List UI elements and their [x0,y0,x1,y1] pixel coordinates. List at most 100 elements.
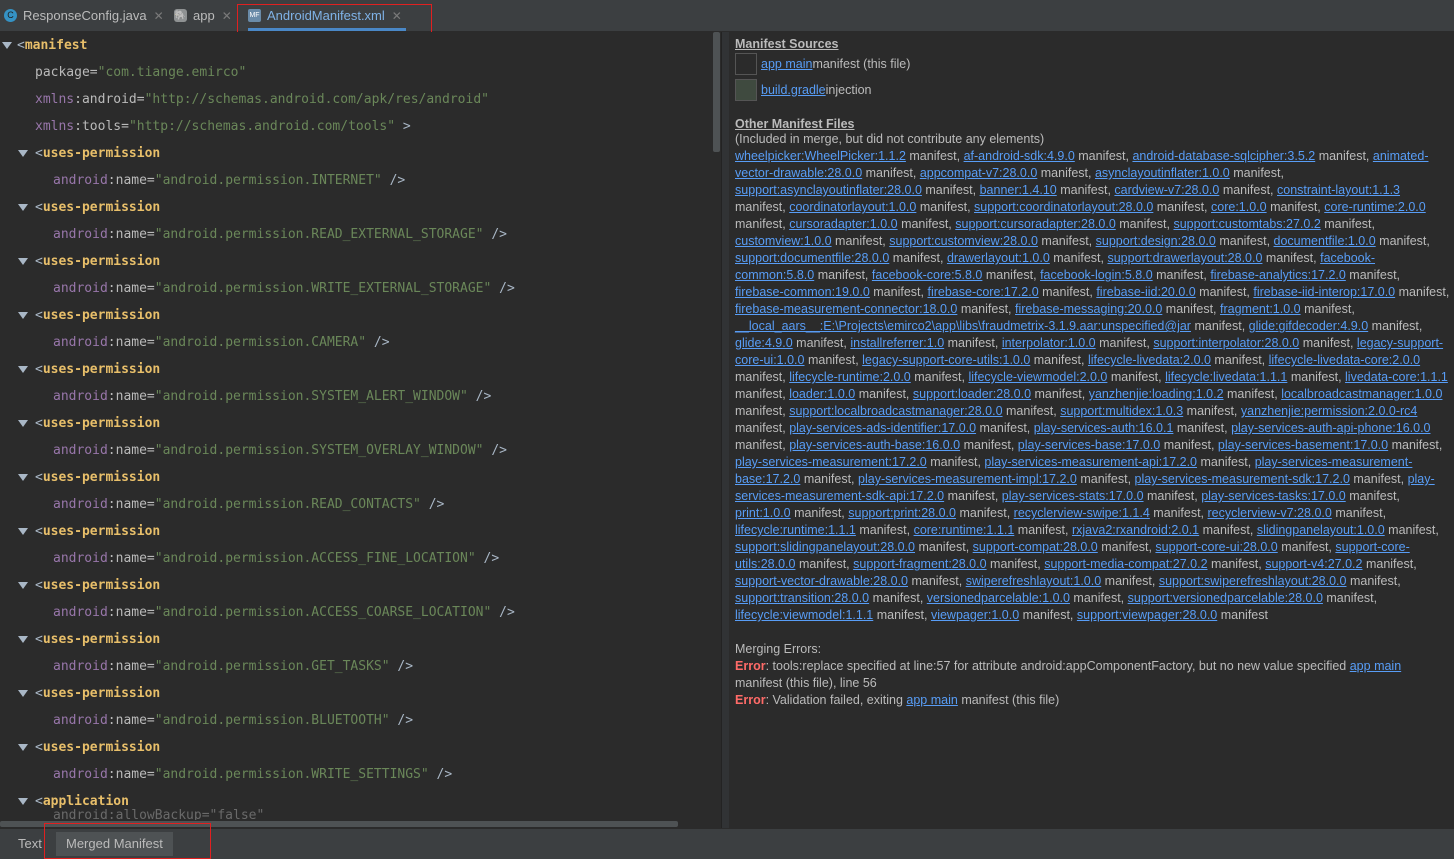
dependency-link[interactable]: support-v4:27.0.2 [1265,557,1362,571]
dependency-link[interactable]: play-services-ads-identifier:17.0.0 [789,421,976,435]
dependency-link[interactable]: documentfile:1.0.0 [1274,234,1376,248]
dependency-link[interactable]: __local_aars__:E:\Projects\emirco2\app\l… [735,319,1191,333]
dependency-link[interactable]: wheelpicker:WheelPicker:1.1.2 [735,149,906,163]
dependency-link[interactable]: livedata-core:1.1.1 [1345,370,1448,384]
app-main-link[interactable]: app main [906,693,957,707]
dependency-link[interactable]: firebase-iid-interop:17.0.0 [1253,285,1395,299]
dependency-link[interactable]: yanzhenjie:permission:2.0.0-rc4 [1241,404,1417,418]
dependency-link[interactable]: play-services-basement:17.0.0 [1218,438,1388,452]
dependency-link[interactable]: play-services-measurement-api:17.2.0 [984,455,1197,469]
dependency-link[interactable]: support:drawerlayout:28.0.0 [1107,251,1262,265]
build-gradle-link[interactable]: build.gradle [761,83,826,97]
dependency-link[interactable]: play-services-auth:16.0.1 [1034,421,1174,435]
dependency-link[interactable]: firebase-iid:20.0.0 [1096,285,1195,299]
tab-android-manifest[interactable]: MF AndroidManifest.xml ✕ [248,0,406,31]
fold-arrow-icon[interactable] [18,366,28,373]
dependency-link[interactable]: firebase-core:17.2.0 [927,285,1038,299]
dependency-link[interactable]: recyclerview-v7:28.0.0 [1208,506,1332,520]
scroll-thumb[interactable] [713,32,720,152]
dependency-link[interactable]: lifecycle-runtime:2.0.0 [789,370,911,384]
dependency-link[interactable]: lifecycle-livedata:2.0.0 [1088,353,1211,367]
dependency-link[interactable]: play-services-measurement-sdk:17.2.0 [1135,472,1350,486]
dependency-link[interactable]: support:print:28.0.0 [848,506,956,520]
dependency-link[interactable]: facebook-core:5.8.0 [872,268,983,282]
fold-arrow-icon[interactable] [18,474,28,481]
dependency-link[interactable]: core-runtime:2.0.0 [1324,200,1425,214]
dependency-link[interactable]: support:multidex:1.0.3 [1060,404,1183,418]
dependency-link[interactable]: legacy-support-core-utils:1.0.0 [862,353,1030,367]
fold-arrow-icon[interactable] [18,258,28,265]
dependency-link[interactable]: banner:1.4.10 [980,183,1057,197]
dependency-link[interactable]: core:runtime:1.1.1 [914,523,1015,537]
dependency-link[interactable]: asynclayoutinflater:1.0.0 [1095,166,1230,180]
vertical-scrollbar[interactable] [712,32,721,822]
dependency-link[interactable]: print:1.0.0 [735,506,791,520]
dependency-link[interactable]: recyclerview-swipe:1.1.4 [1014,506,1150,520]
dependency-link[interactable]: facebook-login:5.8.0 [1040,268,1153,282]
dependency-link[interactable]: play-services-measurement-impl:17.2.0 [858,472,1077,486]
dependency-link[interactable]: firebase-analytics:17.2.0 [1210,268,1346,282]
fold-arrow-icon[interactable] [18,798,28,805]
dependency-link[interactable]: play-services-stats:17.0.0 [1002,489,1144,503]
close-icon[interactable]: ✕ [392,9,402,23]
dependency-link[interactable]: viewpager:1.0.0 [931,608,1019,622]
dependency-link[interactable]: af-android-sdk:4.9.0 [964,149,1075,163]
dependency-link[interactable]: support:asynclayoutinflater:28.0.0 [735,183,922,197]
dependency-link[interactable]: slidingpanelayout:1.0.0 [1257,523,1385,537]
dependency-link[interactable]: lifecycle-livedata-core:2.0.0 [1269,353,1420,367]
xml-editor[interactable]: <manifest package="com.tiange.emirco" xm… [0,32,712,820]
dependency-link[interactable]: support:loader:28.0.0 [913,387,1031,401]
dependency-link[interactable]: firebase-measurement-connector:18.0.0 [735,302,957,316]
dependency-link[interactable]: yanzhenjie:loading:1.0.2 [1089,387,1224,401]
fold-arrow-icon[interactable] [18,528,28,535]
dependency-link[interactable]: support-media-compat:27.0.2 [1044,557,1207,571]
scroll-thumb[interactable] [0,821,678,827]
dependency-link[interactable]: play-services-base:17.0.0 [1018,438,1160,452]
dependency-link[interactable]: support:transition:28.0.0 [735,591,869,605]
fold-arrow-icon[interactable] [18,636,28,643]
dependency-link[interactable]: firebase-messaging:20.0.0 [1015,302,1162,316]
dependency-link[interactable]: loader:1.0.0 [789,387,855,401]
dependency-link[interactable]: interpolator:1.0.0 [1002,336,1096,350]
app-main-link[interactable]: app main [1350,659,1401,673]
dependency-link[interactable]: drawerlayout:1.0.0 [947,251,1050,265]
dependency-link[interactable]: support:localbroadcastmanager:28.0.0 [789,404,1002,418]
dependency-link[interactable]: cardview-v7:28.0.0 [1114,183,1219,197]
tab-response-config[interactable]: C ResponseConfig.java ✕ [4,0,164,31]
dependency-link[interactable]: firebase-common:19.0.0 [735,285,870,299]
dependency-link[interactable]: core:1.0.0 [1211,200,1267,214]
dependency-link[interactable]: support:customtabs:27.0.2 [1173,217,1320,231]
dependency-link[interactable]: support-vector-drawable:28.0.0 [735,574,908,588]
app-main-link[interactable]: app main [761,57,812,71]
dependency-link[interactable]: cursoradapter:1.0.0 [789,217,897,231]
dependency-link[interactable]: support:versionedparcelable:28.0.0 [1128,591,1323,605]
horizontal-scrollbar[interactable] [0,820,712,828]
fold-arrow-icon[interactable] [18,150,28,157]
dependency-link[interactable]: support-core-ui:28.0.0 [1155,540,1277,554]
dependency-link[interactable]: play-services-auth-api-phone:16.0.0 [1231,421,1430,435]
tab-text[interactable]: Text [8,832,52,856]
fold-arrow-icon[interactable] [18,312,28,319]
dependency-link[interactable]: lifecycle:livedata:1.1.1 [1165,370,1287,384]
close-icon[interactable]: ✕ [222,9,232,23]
fold-arrow-icon[interactable] [2,42,12,49]
dependency-link[interactable]: glide:4.9.0 [735,336,793,350]
dependency-link[interactable]: play-services-auth-base:16.0.0 [789,438,960,452]
dependency-link[interactable]: fragment:1.0.0 [1220,302,1301,316]
dependency-link[interactable]: play-services-measurement:17.2.0 [735,455,927,469]
fold-arrow-icon[interactable] [18,744,28,751]
dependency-link[interactable]: support:cursoradapter:28.0.0 [955,217,1116,231]
dependency-link[interactable]: support:swiperefreshlayout:28.0.0 [1159,574,1347,588]
dependency-link[interactable]: support:design:28.0.0 [1096,234,1216,248]
dependency-link[interactable]: constraint-layout:1.1.3 [1277,183,1400,197]
dependency-link[interactable]: versionedparcelable:1.0.0 [927,591,1070,605]
dependency-link[interactable]: support:customview:28.0.0 [889,234,1038,248]
dependency-link[interactable]: lifecycle-viewmodel:2.0.0 [968,370,1107,384]
dependency-link[interactable]: lifecycle:viewmodel:1.1.1 [735,608,873,622]
dependency-link[interactable]: installreferrer:1.0 [850,336,944,350]
dependency-link[interactable]: rxjava2:rxandroid:2.0.1 [1072,523,1199,537]
dependency-link[interactable]: android-database-sqlcipher:3.5.2 [1132,149,1315,163]
dependency-link[interactable]: coordinatorlayout:1.0.0 [789,200,916,214]
fold-arrow-icon[interactable] [18,690,28,697]
dependency-link[interactable]: swiperefreshlayout:1.0.0 [966,574,1102,588]
